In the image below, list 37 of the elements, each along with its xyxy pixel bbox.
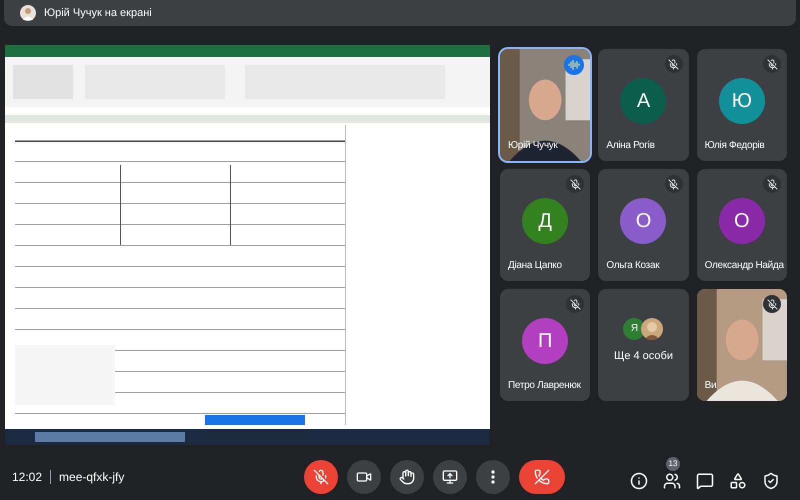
camera-button[interactable]: [347, 460, 381, 494]
avatar: А: [620, 78, 666, 124]
participant-name: Ви: [704, 379, 716, 393]
info-icon[interactable]: [630, 472, 648, 490]
chat-icon[interactable]: [696, 472, 714, 490]
avatar: Д: [522, 198, 568, 244]
participant-name: Юрій Чучук: [508, 139, 558, 153]
avatar-icon: [20, 5, 36, 21]
participant-name: Олександр Найда: [704, 259, 784, 273]
present-screen-icon: [442, 469, 458, 485]
host-controls-icon[interactable]: [762, 472, 780, 490]
more-icon: [491, 470, 495, 484]
people-count-badge: 13: [666, 457, 680, 471]
raise-hand-button[interactable]: [390, 460, 424, 494]
mic-off-icon: [313, 469, 329, 485]
participant-name: Аліна Рогів: [606, 139, 655, 153]
people-icon[interactable]: [663, 472, 681, 490]
participant-name: Діана Цапко: [508, 259, 562, 273]
avatar: О: [620, 198, 666, 244]
activities-icon[interactable]: [729, 472, 747, 490]
avatar: О: [718, 198, 765, 244]
microphone-button[interactable]: [304, 460, 338, 494]
avatar: Я: [623, 318, 646, 340]
meeting-time: 12:02: [12, 469, 42, 486]
phone-icon: [534, 469, 550, 485]
hand-icon: [399, 469, 415, 485]
more-options-button[interactable]: [476, 460, 510, 494]
avatar: П: [522, 318, 568, 364]
more-participants-label[interactable]: Ще 4 особи: [614, 348, 673, 364]
meeting-code: mee-qfxk-jfy: [59, 469, 124, 486]
avatar: Ю: [718, 78, 765, 124]
presenter-title: Юрій Чучук на екрані: [44, 6, 152, 21]
present-button[interactable]: [433, 460, 467, 494]
participant-name: Юлія Федорів: [704, 139, 764, 153]
participant-name: Ольга Козак: [606, 259, 660, 273]
participant-name: Петро Лавренюк: [508, 379, 581, 393]
leave-call-button[interactable]: [519, 460, 565, 494]
